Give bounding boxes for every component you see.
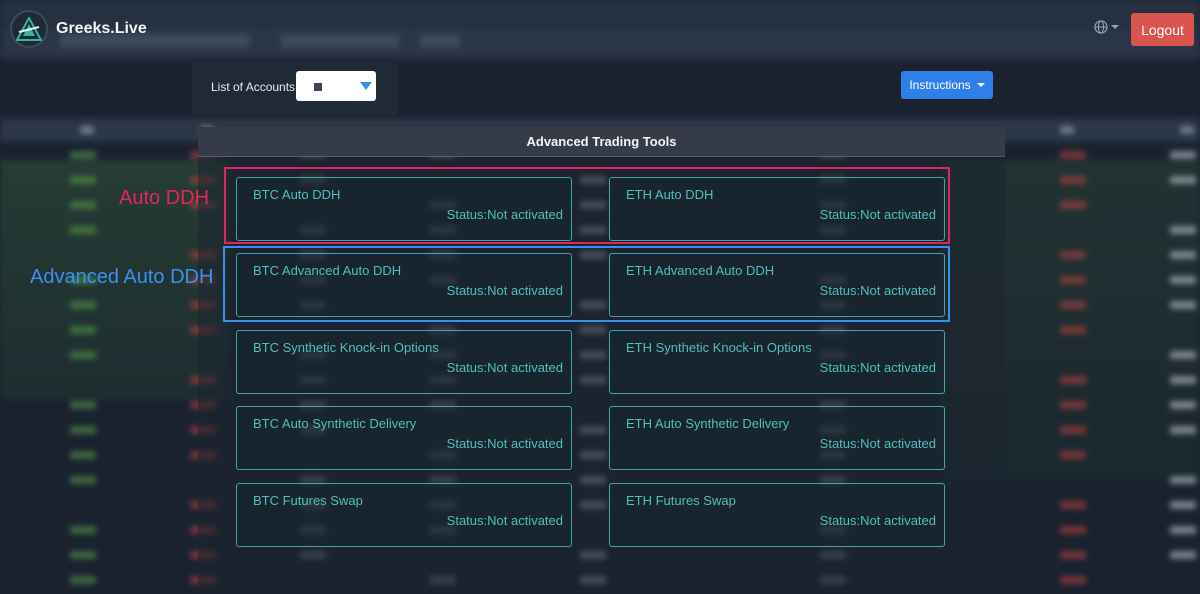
bg-table-cell (70, 176, 96, 184)
bg-table-cell (1170, 501, 1196, 509)
bg-table-cell (70, 151, 96, 159)
bg-table-cell (1060, 176, 1086, 184)
annotation-label-auto-ddh: Auto DDH (119, 187, 210, 209)
language-selector[interactable] (1094, 20, 1119, 34)
bg-header-cell (1060, 126, 1074, 134)
tool-card-eth-synthetic-knock-in[interactable]: ETH Synthetic Knock-in Options Status:No… (609, 330, 945, 394)
bg-table-cell (1170, 526, 1196, 534)
brand-name: Greeks.Live (56, 20, 147, 37)
greeks-live-logo-icon (10, 10, 48, 48)
bg-table-cell (70, 551, 96, 559)
bg-table-cell (1060, 201, 1086, 209)
bg-table-cell (70, 401, 96, 409)
bg-table-cell (70, 526, 96, 534)
bg-table-cell (70, 326, 96, 334)
tool-card-title: ETH Synthetic Knock-in Options (626, 340, 812, 355)
bg-table-cell (1060, 426, 1086, 434)
bg-table-cell (70, 351, 96, 359)
bg-table-cell (70, 201, 96, 209)
brand-logo[interactable]: Greeks.Live (10, 10, 147, 48)
tool-card-status: Status:Not activated (446, 436, 563, 451)
tool-card-eth-futures-swap[interactable]: ETH Futures Swap Status:Not activated (609, 483, 945, 547)
account-value-swatch (314, 83, 322, 91)
bg-table-cell (70, 226, 96, 234)
bg-table-cell (70, 426, 96, 434)
bg-table-cell (1170, 376, 1196, 384)
dropdown-arrow-icon (360, 82, 372, 90)
bg-pill (280, 34, 400, 48)
tool-card-title: BTC Futures Swap (253, 493, 363, 508)
tool-card-status: Status:Not activated (446, 513, 563, 528)
bg-table-cell (70, 476, 96, 484)
annotation-label-advanced-auto-ddh: Advanced Auto DDH (30, 266, 214, 288)
bg-table-cell (1060, 251, 1086, 259)
annotation-box-advanced-auto-ddh (223, 246, 950, 322)
caret-down-icon (976, 83, 985, 87)
bg-table-cell (1060, 326, 1086, 334)
bg-table-cell (1170, 176, 1196, 184)
bg-table-cell (1170, 401, 1196, 409)
bg-table-cell (1060, 276, 1086, 284)
bg-table-cell (1060, 401, 1086, 409)
bg-subbar (0, 28, 1200, 56)
bg-table-cell (1060, 576, 1086, 584)
tool-card-status: Status:Not activated (819, 360, 936, 375)
bg-table-cell (1170, 226, 1196, 234)
globe-icon (1094, 20, 1108, 34)
bg-table-cell (1060, 551, 1086, 559)
tool-card-title: ETH Futures Swap (626, 493, 736, 508)
tool-card-eth-auto-synthetic-delivery[interactable]: ETH Auto Synthetic Delivery Status:Not a… (609, 406, 945, 470)
modal-title: Advanced Trading Tools (198, 127, 1005, 157)
logout-button[interactable]: Logout (1131, 13, 1194, 46)
tool-card-title: ETH Auto Synthetic Delivery (626, 416, 790, 431)
bg-table-cell (1170, 301, 1196, 309)
bg-table-cell (1170, 426, 1196, 434)
bg-table-cell (1170, 276, 1196, 284)
tool-card-status: Status:Not activated (819, 436, 936, 451)
account-select[interactable] (296, 71, 376, 101)
tool-card-btc-auto-synthetic-delivery[interactable]: BTC Auto Synthetic Delivery Status:Not a… (236, 406, 572, 470)
bg-pill (420, 34, 460, 48)
bg-table-cell (1170, 551, 1196, 559)
bg-table-cell (1170, 351, 1196, 359)
bg-header-cell (1180, 126, 1194, 134)
accounts-label: List of Accounts: (211, 80, 299, 94)
bg-table-cell (70, 576, 96, 584)
bg-table-cell (70, 451, 96, 459)
bg-table-cell (1060, 151, 1086, 159)
tool-card-title: BTC Synthetic Knock-in Options (253, 340, 439, 355)
bg-table-cell (1170, 476, 1196, 484)
bg-table-cell (1060, 451, 1086, 459)
bg-table-cell (1060, 501, 1086, 509)
bg-table-cell (1170, 151, 1196, 159)
annotation-box-auto-ddh (224, 167, 950, 244)
tool-card-status: Status:Not activated (446, 360, 563, 375)
tool-card-btc-synthetic-knock-in[interactable]: BTC Synthetic Knock-in Options Status:No… (236, 330, 572, 394)
instructions-label: Instructions (909, 78, 971, 92)
bg-table-cell (70, 301, 96, 309)
tool-card-btc-futures-swap[interactable]: BTC Futures Swap Status:Not activated (236, 483, 572, 547)
instructions-dropdown-button[interactable]: Instructions (901, 71, 993, 99)
bg-table-cell (1060, 376, 1086, 384)
tool-card-title: BTC Auto Synthetic Delivery (253, 416, 417, 431)
bg-table-cell (1060, 301, 1086, 309)
chevron-down-icon (1111, 25, 1119, 29)
tool-card-status: Status:Not activated (819, 513, 936, 528)
bg-header-cell (80, 126, 94, 134)
bg-table-cell (1170, 251, 1196, 259)
bg-table-cell (1060, 526, 1086, 534)
